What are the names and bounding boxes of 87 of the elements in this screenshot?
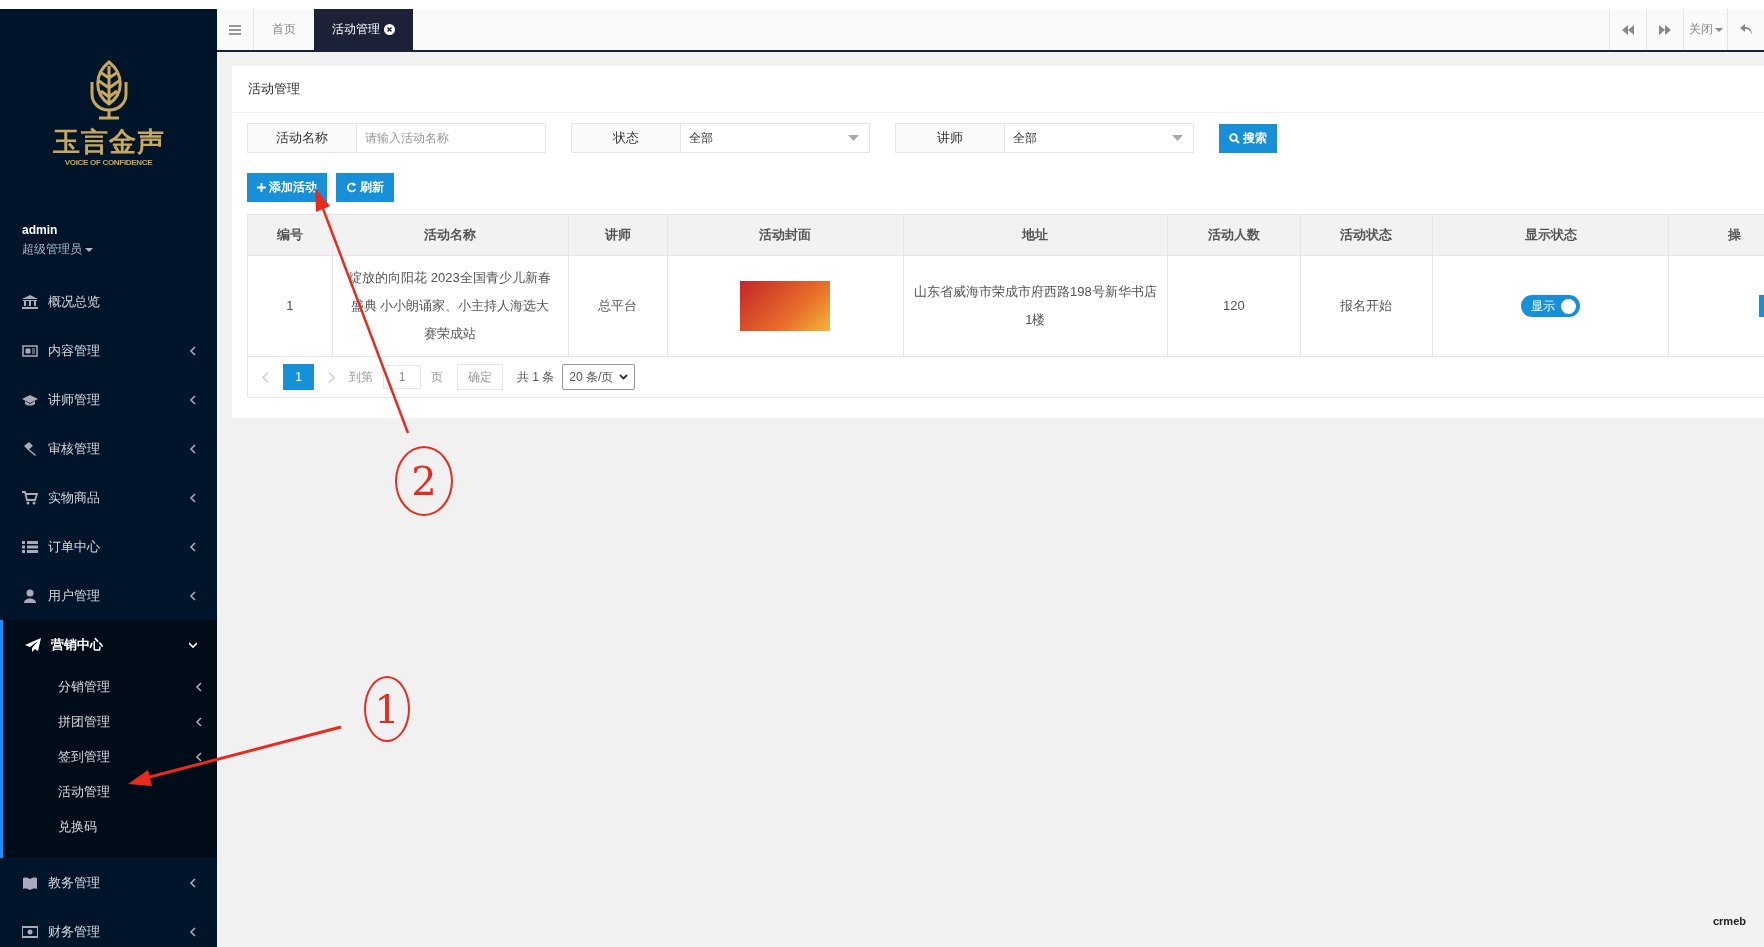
chevron-icon [195,681,203,692]
footer-logo: crmeb [1712,915,1746,927]
page-input[interactable]: 1 [383,365,421,389]
column-header: 操 [1668,215,1764,256]
page-tab[interactable]: 首页 [254,9,314,50]
chevron-icon [189,443,197,454]
filter-select-group[interactable]: 讲师 全部 [895,123,1194,153]
cart-icon [22,490,38,505]
dropdown-triangle-icon [1172,135,1183,141]
column-header: 活动状态 [1300,215,1433,256]
chevron-down-icon [619,374,629,380]
filter-input-group[interactable]: 活动名称 请输入活动名称 [247,123,546,153]
double-right-arrow-icon [1659,24,1671,35]
search-icon [1229,132,1240,144]
sidebar-item[interactable]: 实物商品 [0,473,217,522]
sidebar-item[interactable]: 订单中心 [0,522,217,571]
submenu-item[interactable]: 签到管理 [3,739,217,774]
money-icon [22,924,38,939]
sidebar-item[interactable]: 讲师管理 [0,375,217,424]
double-left-arrow-icon [1622,24,1634,35]
chevron-icon [189,492,197,503]
sidebar-item[interactable]: 审核管理 [0,424,217,473]
previous-page-icon[interactable] [262,371,269,383]
chevron-icon [189,541,197,552]
bank-icon [22,294,38,309]
page-unit-label: 页 [431,368,443,386]
filter-label: 活动名称 [248,124,357,152]
refresh-icon [346,182,357,193]
column-header: 地址 [903,215,1168,256]
submenu-item[interactable]: 拼团管理 [3,704,217,739]
total-count: 共 1 条 [517,368,555,386]
chevron-icon [195,751,203,762]
table-cell: 1 [248,255,333,357]
column-header: 活动名称 [332,215,568,256]
submenu-item[interactable]: 分销管理 [3,669,217,704]
user-role-dropdown[interactable]: 超级管理员 [22,241,93,258]
chevron-icon [189,877,197,888]
sidebar-item[interactable]: 营销中心 [3,620,217,669]
newspaper-icon [22,343,38,358]
menu-icon [229,24,241,35]
filter-label: 状态 [572,124,681,152]
select-value: 全部 [1012,129,1038,147]
table-cell: 总平台 [568,255,668,357]
plus-icon [257,183,266,192]
submenu-item[interactable]: 活动管理 [3,774,217,809]
brand-name: 玉言金声 [52,126,165,158]
paper-plane-icon [25,637,41,652]
table-cell: 120 [1167,255,1301,357]
chevron-icon [189,345,197,356]
filter-select-group[interactable]: 状态 全部 [571,123,870,153]
graduation-cap-icon [22,392,38,407]
chevron-icon [189,394,197,405]
close-icon [384,24,395,35]
table-cell: 报名开始 [1300,255,1433,357]
annotation-number: 1 [364,676,410,742]
column-header: 讲师 [568,215,668,256]
brand-tagline: VOICE OF CONFIDENCE [64,158,153,167]
sidebar-item[interactable]: 内容管理 [0,326,217,375]
select-value: 全部 [688,129,714,147]
sidebar-item[interactable]: 财务管理 [0,907,217,947]
column-header: 活动人数 [1167,215,1301,256]
user-icon [22,588,38,603]
chevron-icon [189,639,197,650]
column-header: 活动封面 [667,215,904,256]
sidebar-item[interactable]: 用户管理 [0,571,217,620]
user-name: admin [22,223,59,237]
page-tab[interactable]: 活动管理 [314,9,413,50]
chevron-icon [189,590,197,601]
gavel-icon [22,441,38,456]
sidebar-item[interactable]: 教务管理 [0,858,217,907]
submenu-item[interactable]: 兑换码 [3,809,217,844]
goto-label: 到第 [349,368,373,386]
reply-arrow-icon [1739,24,1753,35]
dropdown-triangle-icon [848,135,859,141]
column-header: 显示状态 [1432,215,1669,256]
sidebar-item[interactable]: 概况总览 [0,277,217,326]
column-header: 编号 [248,215,333,256]
chevron-icon [195,716,203,727]
next-page-icon[interactable] [328,371,335,383]
table-cell: 山东省威海市荣成市府西路198号新华书店1楼 [903,255,1168,357]
book-icon [22,875,38,890]
annotation-number: 2 [395,446,453,516]
page-size-select[interactable]: 20 条/页 [562,364,636,390]
panel-title: 活动管理 [232,66,1764,113]
chevron-icon [189,926,197,937]
list-icon [22,539,38,554]
filter-label: 讲师 [896,124,1005,152]
